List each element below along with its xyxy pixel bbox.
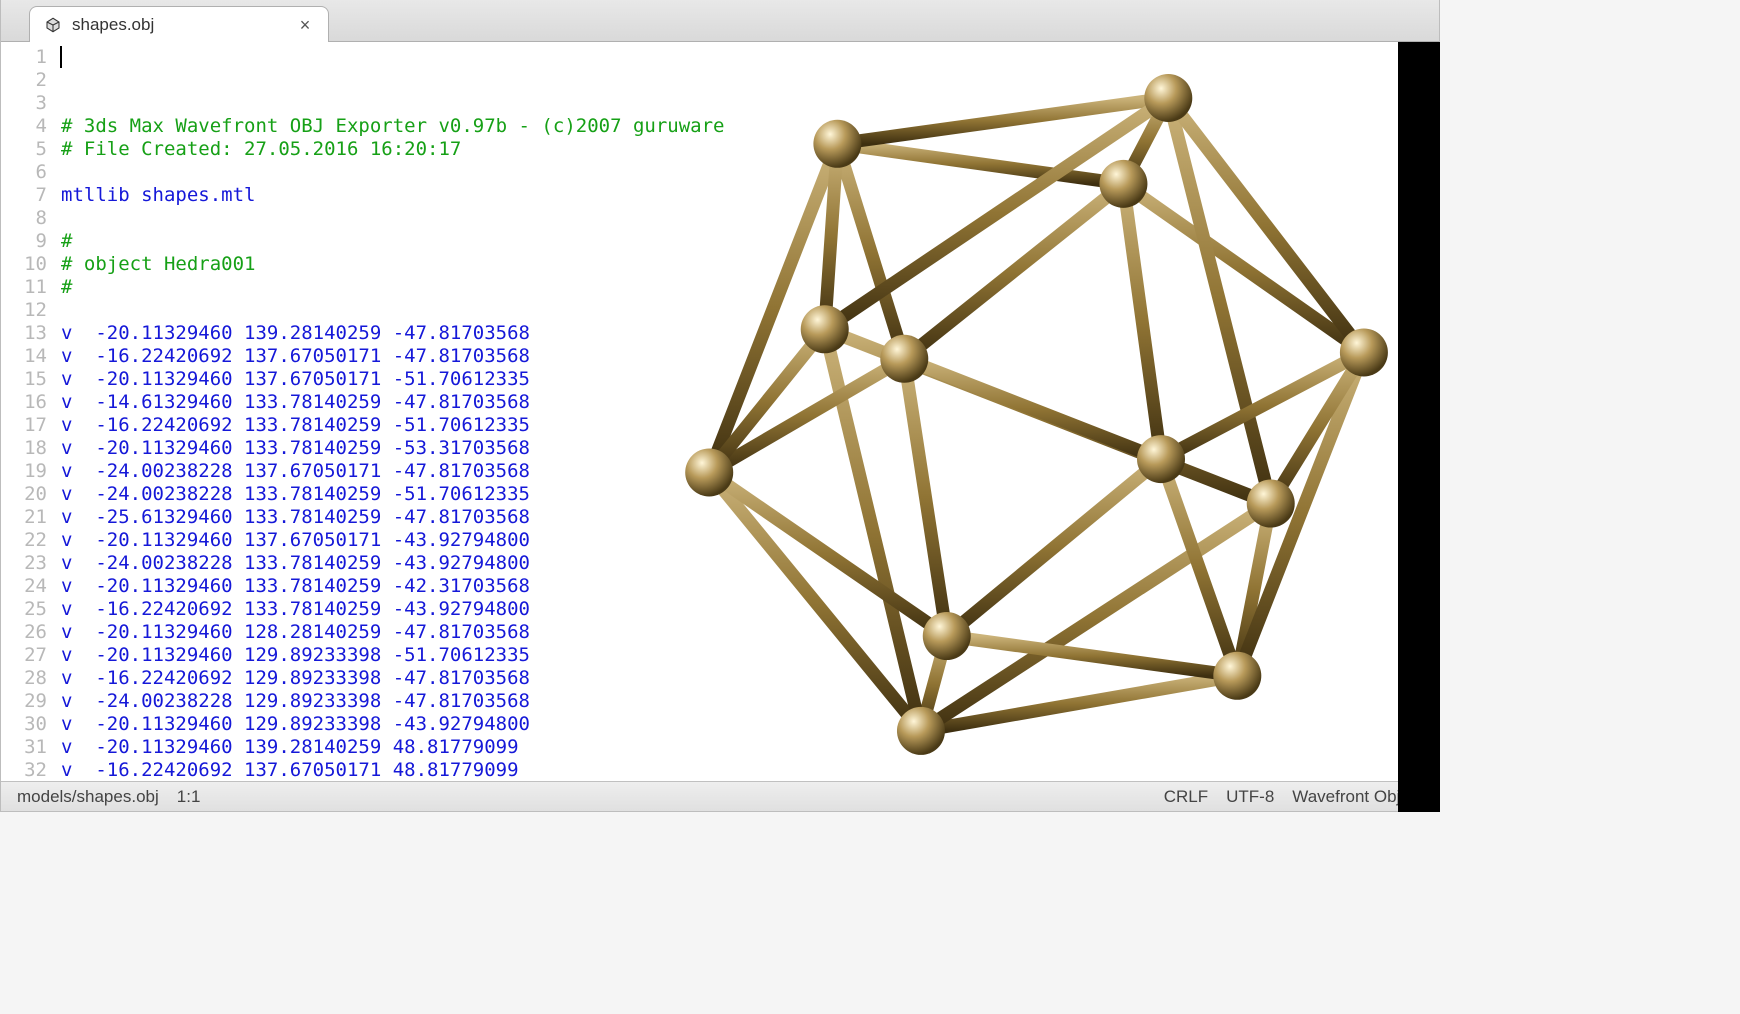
line-number: 15	[1, 368, 47, 391]
code-line[interactable]: v -24.00238228 129.89233398 -47.81703568	[61, 690, 1439, 713]
line-number: 28	[1, 667, 47, 690]
tab-title: shapes.obj	[72, 15, 286, 35]
code-line[interactable]: v -20.11329460 133.78140259 -53.31703568	[61, 437, 1439, 460]
code-line[interactable]: v -20.11329460 139.28140259 48.81779099	[61, 736, 1439, 759]
status-encoding[interactable]: UTF-8	[1226, 787, 1274, 807]
line-number: 13	[1, 322, 47, 345]
code-line[interactable]: v -14.61329460 133.78140259 -47.81703568	[61, 391, 1439, 414]
text-cursor	[60, 46, 62, 68]
line-number: 17	[1, 414, 47, 437]
close-icon[interactable]: ×	[296, 16, 314, 34]
code-line[interactable]	[61, 161, 1439, 184]
line-number: 29	[1, 690, 47, 713]
status-line-ending[interactable]: CRLF	[1164, 787, 1208, 807]
code-line[interactable]: v -20.11329460 137.67050171 -51.70612335	[61, 368, 1439, 391]
code-line[interactable]	[61, 207, 1439, 230]
code-line[interactable]: v -16.22420692 133.78140259 -51.70612335	[61, 414, 1439, 437]
status-bar: models/shapes.obj 1:1 CRLF UTF-8 Wavefro…	[1, 781, 1439, 811]
line-number: 31	[1, 736, 47, 759]
line-number: 18	[1, 437, 47, 460]
editor-window: shapes.obj × 123456789101112131415161718…	[0, 0, 1440, 812]
line-number: 26	[1, 621, 47, 644]
tab-shapes-obj[interactable]: shapes.obj ×	[29, 6, 329, 42]
code-line[interactable]: v -16.22420692 133.78140259 -43.92794800	[61, 598, 1439, 621]
line-number: 4	[1, 115, 47, 138]
code-line[interactable]: # File Created: 27.05.2016 16:20:17	[61, 138, 1439, 161]
code-line[interactable]	[61, 299, 1439, 322]
code-line[interactable]: v -24.00238228 133.78140259 -51.70612335	[61, 483, 1439, 506]
line-number: 22	[1, 529, 47, 552]
line-number: 11	[1, 276, 47, 299]
code-editor[interactable]: 1234567891011121314151617181920212223242…	[1, 42, 1439, 781]
line-number: 21	[1, 506, 47, 529]
line-number: 3	[1, 92, 47, 115]
line-number: 19	[1, 460, 47, 483]
code-line[interactable]: v -20.11329460 129.89233398 -43.92794800	[61, 713, 1439, 736]
code-line[interactable]: mtllib shapes.mtl	[61, 184, 1439, 207]
code-area[interactable]: # 3ds Max Wavefront OBJ Exporter v0.97b …	[57, 42, 1439, 781]
line-number: 8	[1, 207, 47, 230]
file-3d-icon	[44, 16, 62, 34]
line-number: 7	[1, 184, 47, 207]
status-cursor-position[interactable]: 1:1	[177, 787, 201, 807]
code-line[interactable]: # object Hedra001	[61, 253, 1439, 276]
status-path[interactable]: models/shapes.obj	[17, 787, 159, 807]
code-line[interactable]: v -20.11329460 133.78140259 -42.31703568	[61, 575, 1439, 598]
line-number: 24	[1, 575, 47, 598]
code-line[interactable]: v -24.00238228 133.78140259 -43.92794800	[61, 552, 1439, 575]
code-line[interactable]: v -25.61329460 133.78140259 -47.81703568	[61, 506, 1439, 529]
line-number: 5	[1, 138, 47, 161]
line-number: 23	[1, 552, 47, 575]
code-line[interactable]: #	[61, 276, 1439, 299]
line-number: 25	[1, 598, 47, 621]
line-number: 9	[1, 230, 47, 253]
line-number: 2	[1, 69, 47, 92]
code-line[interactable]: v -16.22420692 137.67050171 -47.81703568	[61, 345, 1439, 368]
code-line[interactable]: # 3ds Max Wavefront OBJ Exporter v0.97b …	[61, 115, 1439, 138]
line-number: 27	[1, 644, 47, 667]
line-number: 20	[1, 483, 47, 506]
code-line[interactable]: v -20.11329460 129.89233398 -51.70612335	[61, 644, 1439, 667]
line-number: 10	[1, 253, 47, 276]
line-number-gutter: 1234567891011121314151617181920212223242…	[1, 42, 57, 781]
code-line[interactable]: v -16.22420692 137.67050171 48.81779099	[61, 759, 1439, 781]
line-number: 32	[1, 759, 47, 781]
code-line[interactable]: v -20.11329460 137.67050171 -43.92794800	[61, 529, 1439, 552]
code-line[interactable]: v -20.11329460 128.28140259 -47.81703568	[61, 621, 1439, 644]
code-line[interactable]: #	[61, 230, 1439, 253]
code-line[interactable]: v -24.00238228 137.67050171 -47.81703568	[61, 460, 1439, 483]
code-line[interactable]: v -16.22420692 129.89233398 -47.81703568	[61, 667, 1439, 690]
line-number: 16	[1, 391, 47, 414]
line-number: 6	[1, 161, 47, 184]
code-line[interactable]: v -20.11329460 139.28140259 -47.81703568	[61, 322, 1439, 345]
tab-bar: shapes.obj ×	[1, 0, 1439, 42]
status-syntax[interactable]: Wavefront Object	[1292, 787, 1423, 807]
line-number: 30	[1, 713, 47, 736]
line-number: 14	[1, 345, 47, 368]
line-number: 1	[1, 46, 47, 69]
line-number: 12	[1, 299, 47, 322]
